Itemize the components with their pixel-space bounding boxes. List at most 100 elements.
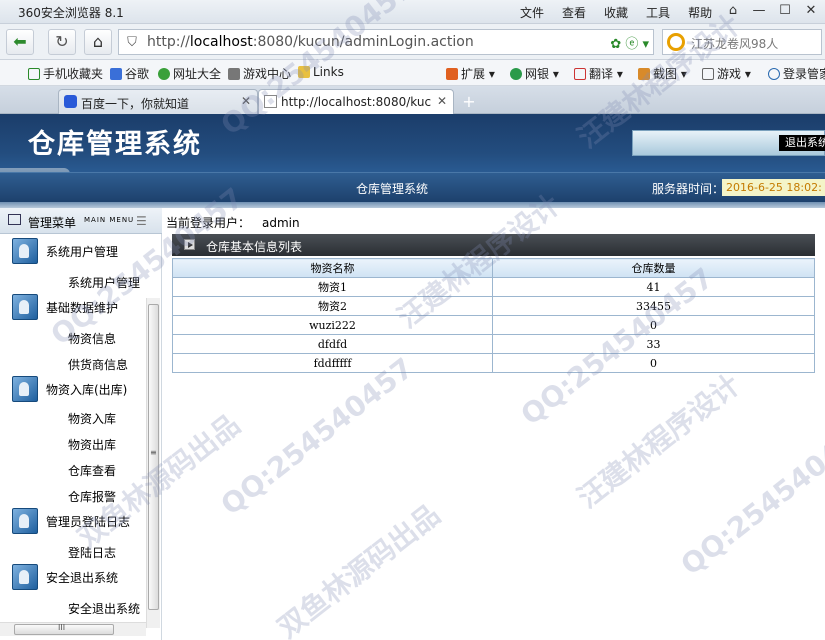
ebank-button[interactable]: 网银 ▾ — [510, 65, 559, 82]
browser-title: 360安全浏览器 8.1 — [18, 6, 124, 20]
current-user-line: 当前登录用户： admin — [166, 214, 300, 231]
minimize-button[interactable]: — — [749, 2, 769, 20]
cell-name: 物资1 — [172, 277, 493, 297]
game-button[interactable]: 游戏 ▾ — [702, 65, 751, 82]
sidebar-item-stock-in[interactable]: 物资入库 — [68, 410, 116, 427]
bookmark-google[interactable]: 谷歌 — [110, 65, 149, 82]
shield-icon: ⛉ — [127, 35, 137, 50]
scrollbar-thumb[interactable] — [148, 304, 159, 610]
page-icon — [264, 95, 277, 108]
tab-baidu[interactable]: 百度一下，你就知道 ✕ — [58, 89, 258, 114]
tab-localhost[interactable]: http://localhost:8080/kucun/ ✕ — [258, 89, 454, 114]
menu-file[interactable]: 文件 — [520, 4, 544, 21]
sidebar-item-warehouse-alarm[interactable]: 仓库报警 — [68, 488, 116, 505]
menu-help[interactable]: 帮助 — [688, 4, 712, 21]
column-header-name: 物资名称 — [172, 258, 493, 278]
baidu-paw-icon — [64, 95, 77, 108]
browser-mode-icon[interactable]: ✿ ⓔ ▾ — [610, 33, 649, 52]
cell-name: 物资2 — [172, 296, 493, 316]
tab-close-icon[interactable]: ✕ — [241, 94, 251, 108]
current-user-label: 当前登录用户： — [166, 216, 251, 230]
inventory-table: 物资名称 仓库数量 物资1 41 物资2 33455 wuzi222 0 dfd… — [172, 258, 815, 373]
hamburger-icon: ☰ — [136, 214, 147, 228]
server-time: 2016-6-25 18:02: — [722, 179, 825, 196]
bookmark-hao[interactable]: 网址大全 — [158, 65, 221, 82]
sidebar-item-system-users[interactable]: 系统用户管理 — [68, 274, 140, 291]
list-title: 仓库基本信息列表 — [206, 240, 303, 254]
cell-quantity: 41 — [492, 277, 815, 297]
table-row: fddfffff 0 — [172, 353, 815, 373]
new-tab-icon[interactable]: + — [459, 92, 479, 112]
sidebar: 管理菜单 MAIN MENU ☰ 系统用户管理 系统用户管理 基础数据维护 物资… — [0, 208, 162, 640]
sidebar-horizontal-scrollbar[interactable]: III — [0, 622, 146, 636]
menu-tools[interactable]: 工具 — [646, 4, 670, 21]
sidebar-item-logout[interactable]: 安全退出系统 — [68, 600, 140, 617]
address-input[interactable]: ⛉ http://localhost:8080/kucun/adminLogin… — [118, 29, 654, 55]
back-arrow-icon[interactable]: ⬅ — [6, 29, 34, 55]
table-header-row: 物资名称 仓库数量 — [172, 258, 815, 278]
group-user-icon — [12, 294, 38, 320]
address-toolbar: ⬅ ↻ ⌂ ⛉ http://localhost:8080/kucun/admi… — [0, 24, 825, 60]
scroll-grip-icon: III — [58, 623, 66, 632]
search-input[interactable]: 江苏龙卷风98人 — [662, 29, 822, 55]
cell-quantity: 0 — [492, 315, 815, 335]
bookmark-links[interactable]: Links — [298, 65, 344, 79]
table-row: dfdfd 33 — [172, 334, 815, 354]
bookmark-mobile[interactable]: 手机收藏夹 — [28, 65, 103, 82]
current-user-name: admin — [262, 216, 300, 230]
app-header: 仓库管理系统 退出系统 仓库管理系统 服务器时间： 2016-6-25 18:0… — [0, 114, 825, 202]
group-user-icon — [12, 564, 38, 590]
cell-quantity: 0 — [492, 353, 815, 373]
header-center-label: 仓库管理系统 — [356, 182, 429, 196]
sidebar-item-goods-info[interactable]: 物资信息 — [68, 330, 116, 347]
sidebar-item-login-log[interactable]: 登陆日志 — [68, 544, 116, 561]
header-subbar: 仓库管理系统 服务器时间： 2016-6-25 18:02: — [0, 172, 825, 202]
maximize-button[interactable]: ☐ — [775, 2, 795, 20]
system-title: 仓库管理系统 — [28, 129, 202, 160]
table-row: wuzi222 0 — [172, 315, 815, 335]
browser-titlebar: 360安全浏览器 8.1 文件 查看 收藏 工具 帮助 ⌂ — ☐ ✕ — [0, 0, 825, 24]
search-engine-icon — [667, 33, 685, 51]
skin-icon[interactable]: ⌂ — [723, 2, 743, 20]
table-row: 物资2 33455 — [172, 296, 815, 316]
extensions-button[interactable]: 扩展 ▾ — [446, 65, 495, 82]
group-user-icon — [12, 508, 38, 534]
tab-close-icon[interactable]: ✕ — [437, 94, 447, 108]
list-header: 仓库基本信息列表 — [172, 234, 815, 256]
cell-quantity: 33455 — [492, 296, 815, 316]
login-manager-button[interactable]: 登录管家 — [768, 65, 825, 82]
group-user-icon — [12, 238, 38, 264]
table-row: 物资1 41 — [172, 277, 815, 297]
play-icon — [184, 239, 195, 250]
bookmarks-bar: 手机收藏夹 谷歌 网址大全 游戏中心 Links 扩展 ▾ 网银 ▾ 翻译 ▾ … — [0, 60, 825, 86]
sidebar-item-supplier-info[interactable]: 供货商信息 — [68, 356, 128, 373]
logout-button[interactable]: 退出系统 — [779, 135, 825, 151]
server-time-label: 服务器时间： — [652, 182, 725, 196]
close-window-button[interactable]: ✕ — [801, 2, 821, 20]
menu-view[interactable]: 查看 — [562, 4, 586, 21]
column-header-quantity: 仓库数量 — [492, 258, 815, 278]
sidebar-header: 管理菜单 MAIN MENU ☰ — [0, 208, 162, 234]
sidebar-item-stock-out[interactable]: 物资出库 — [68, 436, 116, 453]
refresh-icon[interactable]: ↻ — [48, 29, 76, 55]
screenshot-button[interactable]: 截图 ▾ — [638, 65, 687, 82]
browser-menu-bar: 文件 查看 收藏 工具 帮助 — [520, 4, 730, 21]
scroll-grip-icon: ≡ — [150, 448, 157, 457]
group-user-icon — [12, 376, 38, 402]
sidebar-item-warehouse-view[interactable]: 仓库查看 — [68, 462, 116, 479]
menu-favorites[interactable]: 收藏 — [604, 4, 628, 21]
tab-bar: 百度一下，你就知道 ✕ http://localhost:8080/kucun/… — [0, 86, 825, 114]
window-controls: ⌂ — ☐ ✕ — [723, 2, 821, 20]
menu-icon — [8, 214, 21, 225]
sidebar-vertical-scrollbar[interactable]: ≡ — [146, 298, 160, 628]
cell-quantity: 33 — [492, 334, 815, 354]
translate-button[interactable]: 翻译 ▾ — [574, 65, 623, 82]
home-icon[interactable]: ⌂ — [84, 29, 112, 55]
logout-area: 退出系统 — [632, 130, 825, 156]
url-text: http://localhost:8080/kucun/adminLogin.a… — [147, 34, 474, 50]
cell-name: dfdfd — [172, 334, 493, 354]
bookmark-games[interactable]: 游戏中心 — [228, 65, 291, 82]
cell-name: fddfffff — [172, 353, 493, 373]
cell-name: wuzi222 — [172, 315, 493, 335]
main-content: 当前登录用户： admin 仓库基本信息列表 物资名称 仓库数量 物资1 41 物… — [162, 208, 825, 640]
